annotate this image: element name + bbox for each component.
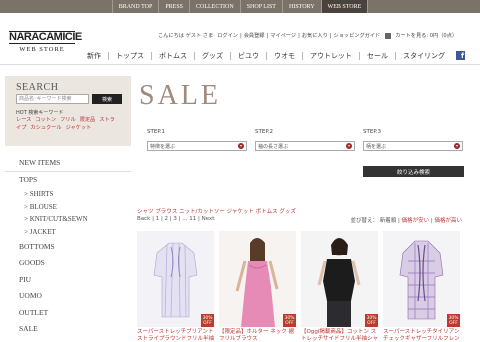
step-label: STEP.3 [363,129,382,135]
search-button[interactable]: 検索 [92,94,122,104]
product-name[interactable]: スーパーストレッチタイリアンチェックギャザーフリルフレンチ [383,329,460,342]
gnav-new[interactable]: 新作 [80,52,108,60]
product-card[interactable]: 30% OFF スーパーストレッチタイリアンチェックギャザーフリルフレンチ [383,231,460,342]
product-image[interactable]: 30% OFF [219,231,296,327]
gnav-sale[interactable]: セール [359,51,395,60]
category-new-items[interactable]: NEW ITEMS [19,154,131,171]
sort-options: 並び替え： 新着順 | 価格が安い | 価格が高い [350,218,462,224]
nav-collection[interactable]: COLLECTION [189,0,240,13]
step-label: STEP.2 [255,129,274,135]
discount-badge: 30% OFF [447,314,460,327]
product-name[interactable]: 【限定品】ホルター ネック 裾フリルブラウス [219,329,296,342]
discount-badge: 30% OFF [201,314,214,327]
step-2: STEP.2 袖の長さ選ぶ [255,129,363,151]
product-name[interactable]: 【Oggi掲載商品】コットン ストレッチサイドフリル半袖シャツ [301,329,378,342]
product-card[interactable]: 30% OFF 【限定品】ホルター ネック 裾フリルブラウス [219,231,296,342]
gnav-bottoms[interactable]: ボトムス [151,51,194,60]
step-label: STEP.1 [147,129,166,135]
nav-brand-top[interactable]: BRAND TOP [111,0,159,13]
sidebar: SEARCH 商品名･キーワード検索 検索 HOT 検索キーワード レース コット… [5,76,131,342]
sort-cheap[interactable]: 価格が安い [402,218,430,224]
sort-newest[interactable]: 新着順 [380,218,397,224]
gnav-piu[interactable]: ビユウ [230,51,266,60]
category-tops[interactable]: TOPS [19,172,131,189]
feature-select[interactable]: 特徴を選ぶ [147,141,247,151]
discount-badge: 30% OFF [283,314,296,327]
filter-steps: STEP.1 特徴を選ぶ STEP.2 袖の長さ選ぶ STEP.3 柄を選ぶ [147,129,471,151]
greeting: こんにちは ゲスト さま [158,33,214,39]
global-nav: 新作 トップス ボトムス グッズ ビユウ ウオモ アウトレット セール スタイリ… [80,51,465,60]
guide-link[interactable]: ショッピングガイド [332,32,383,39]
gnav-tops[interactable]: トップス [108,51,151,60]
mypage-link[interactable]: マイページ [268,32,298,39]
step-1: STEP.1 特徴を選ぶ [147,129,255,151]
hot-keywords-title: HOT 検索キーワード [16,110,64,116]
utility-links: こんにちは ゲスト さま ログイン | 会員登録 | マイページ | お気に入り | シ… [158,32,459,39]
narrow-search-button[interactable]: 絞り込み検索 [363,166,464,177]
hot-keyword[interactable]: コットン [35,117,56,123]
hot-keyword[interactable]: カシュクール [30,125,61,131]
gnav-uomo[interactable]: ウオモ [266,51,302,60]
search-panel: SEARCH 商品名･キーワード検索 検索 HOT 検索キーワード レース コット… [5,76,131,146]
product-image[interactable]: 30% OFF [383,231,460,327]
pagination[interactable]: Back | 1 | 2 | 3 | ... 11 | Next [137,216,214,222]
sort-expensive[interactable]: 価格が高い [434,218,462,224]
nav-press[interactable]: PRESS [158,0,189,13]
chevron-down-icon [454,143,460,149]
category-uomo[interactable]: UOMO [19,288,131,305]
search-input[interactable]: 商品名･キーワード検索 [16,94,89,104]
hot-keyword[interactable]: ジャケット [66,125,92,131]
hot-keyword[interactable]: 限定品 [80,117,96,123]
logo[interactable]: NARACAMICIE WEB STORE [9,31,82,53]
facebook-icon[interactable]: f [456,51,465,60]
category-bottoms[interactable]: BOTTOMS [19,238,131,255]
category-outlet[interactable]: OUTLET [19,304,131,321]
gnav-goods[interactable]: グッズ [194,51,230,60]
category-piu[interactable]: PIU [19,271,131,288]
product-grid: 30% OFF スーパーストレッチブリアントストライプラウンドフリル半袖ブ 30… [137,231,465,342]
step-3: STEP.3 柄を選ぶ [363,129,471,151]
chevron-down-icon [238,143,244,149]
category-links[interactable]: シャツ ブラウス ニット/カットソー ジャケット ボトムス グッズ [137,207,296,215]
cart-icon[interactable] [385,32,392,39]
main-content: SALE STEP.1 特徴を選ぶ STEP.2 袖の長さ選ぶ STEP.3 柄… [137,76,477,342]
nav-web-store[interactable]: WEB STORE [320,0,369,13]
category-blouse[interactable]: > BLOUSE [19,201,131,214]
logo-name: NARACAMICIE [9,31,82,44]
page-title: SALE [139,80,221,111]
product-image[interactable]: 30% OFF [137,231,214,327]
hot-keyword[interactable]: フリル [60,117,76,123]
brand-top-nav: BRAND TOP PRESS COLLECTION SHOP LIST HIS… [0,0,480,13]
product-card[interactable]: 30% OFF 【Oggi掲載商品】コットン ストレッチサイドフリル半袖シャツ [301,231,378,342]
product-image[interactable]: 30% OFF [301,231,378,327]
gnav-styling[interactable]: スタイリング [395,51,452,60]
category-menu: NEW ITEMS TOPS > SHIRTS > BLOUSE > KNIT/… [5,146,131,337]
header: NARACAMICIE WEB STORE こんにちは ゲスト さま ログイン |… [0,13,480,65]
category-goods[interactable]: GOODS [19,255,131,272]
logo-subtitle: WEB STORE [19,46,65,53]
hot-keyword[interactable]: レース [16,117,31,123]
category-shirts[interactable]: > SHIRTS [19,188,131,201]
sleeve-select[interactable]: 袖の長さ選ぶ [255,141,355,151]
nav-shop-list[interactable]: SHOP LIST [239,0,282,13]
favorites-link[interactable]: お気に入り [300,32,330,39]
pattern-select[interactable]: 柄を選ぶ [363,141,463,151]
nav-history[interactable]: HISTORY [281,0,321,13]
category-jacket[interactable]: > JACKET [19,226,131,239]
category-sale[interactable]: SALE [19,321,131,338]
product-name[interactable]: スーパーストレッチブリアントストライプラウンドフリル半袖ブ [137,329,214,342]
discount-badge: 30% OFF [365,314,378,327]
search-title: SEARCH [16,82,59,93]
product-card[interactable]: 30% OFF スーパーストレッチブリアントストライプラウンドフリル半袖ブ [137,231,214,342]
hot-keywords: レース コットン フリル 限定品 ストライプ カシュクール ジャケット [16,116,116,132]
login-link[interactable]: ログイン [215,32,240,39]
gnav-outlet[interactable]: アウトレット [302,51,359,60]
cart-link[interactable]: カートを見る: 0円（0点） [393,32,459,39]
register-link[interactable]: 会員登録 [242,32,267,39]
chevron-down-icon [346,143,352,149]
category-knit[interactable]: > KNIT/CUT&SEWN [19,213,131,226]
sort-label: 並び替え： [350,218,378,224]
